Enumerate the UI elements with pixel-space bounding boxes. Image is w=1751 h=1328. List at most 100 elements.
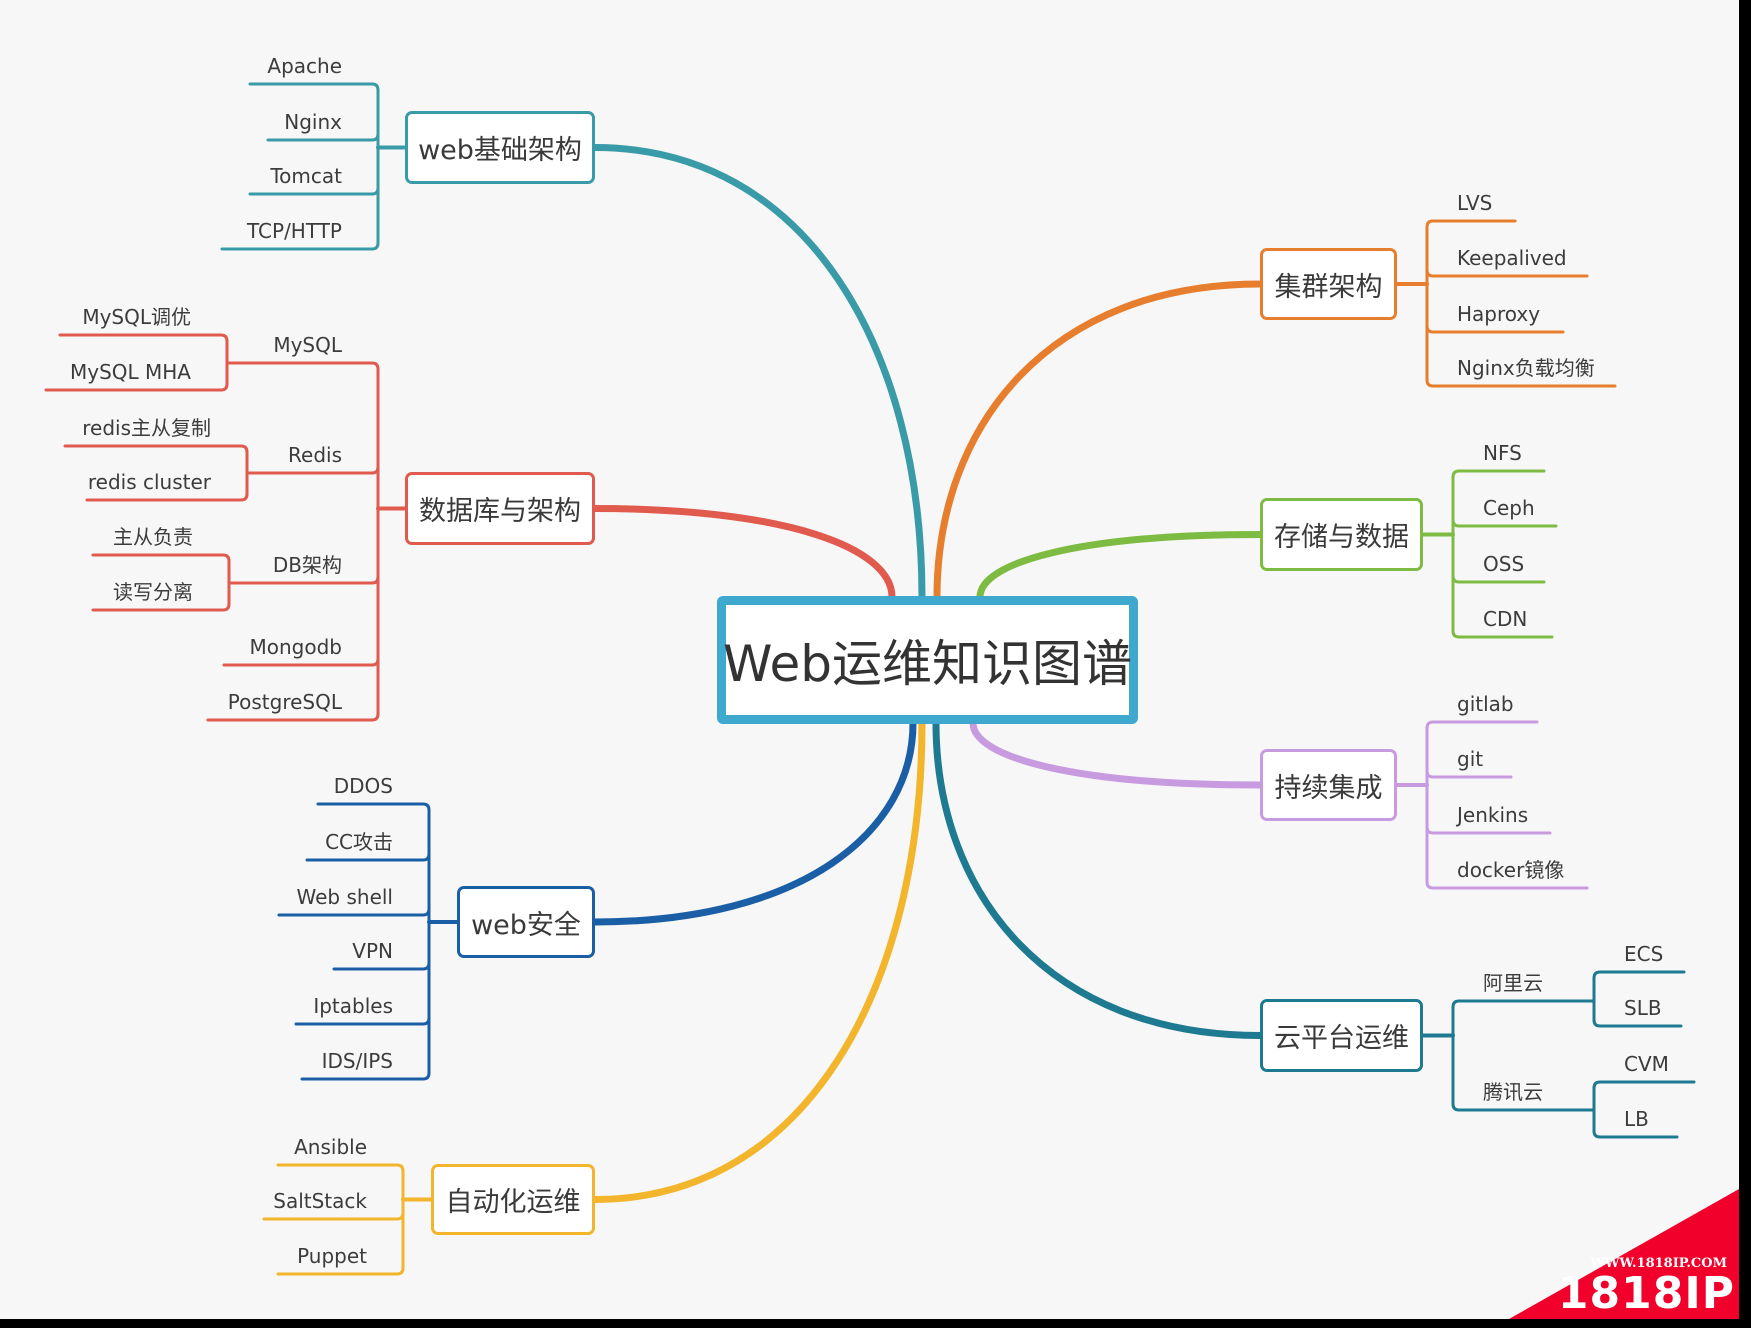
bracket-storage-underline-2	[1451, 574, 1546, 584]
bracket-storage-underline-3	[1451, 629, 1554, 639]
topic-label: 云平台运维	[1274, 1023, 1409, 1054]
subtopic-database-4[interactable]: PostgreSQL	[228, 690, 342, 714]
branch-connector-web_basic	[591, 144, 926, 601]
subtopic-storage-2[interactable]: OSS	[1483, 552, 1524, 576]
subtopic-web_security-4[interactable]: Iptables	[313, 994, 393, 1018]
watermark: WWW.1818IP.COM 1818IP	[1509, 1189, 1739, 1319]
bracket-database-underline-0	[225, 361, 380, 371]
subtopic-database-0[interactable]: MySQL	[273, 333, 342, 357]
bracket-ci-underline-0	[1425, 720, 1539, 730]
topic-label: 存储与数据	[1274, 522, 1409, 553]
subtopic-web_security-3[interactable]: VPN	[352, 939, 393, 963]
topic-ci[interactable]: 持续集成	[1260, 749, 1397, 821]
central-topic-label: Web运维知识图谱	[723, 635, 1133, 693]
topic-label: web基础架构	[418, 135, 582, 166]
branch-connector-cloud	[932, 719, 1264, 1039]
branch-connector-cluster	[933, 280, 1264, 601]
bracket-database-underline-4	[206, 712, 380, 722]
subtopic-web_security-1[interactable]: CC攻击	[325, 830, 393, 854]
leaf-cloud-0-1[interactable]: SLB	[1624, 996, 1662, 1020]
topic-web_basic[interactable]: web基础架构	[405, 111, 595, 184]
topic-storage[interactable]: 存储与数据	[1260, 498, 1423, 571]
subtopic-cluster-3[interactable]: Nginx负载均衡	[1457, 356, 1595, 380]
subtopic-web_security-0[interactable]: DDOS	[334, 774, 393, 798]
subtopic-automation-1[interactable]: SaltStack	[273, 1189, 367, 1213]
branch-connector-database	[591, 505, 896, 601]
leaf-cloud-1-0[interactable]: CVM	[1624, 1052, 1669, 1076]
watermark-brand: 1818IP	[1557, 1268, 1735, 1319]
subtopic-ci-0[interactable]: gitlab	[1457, 692, 1514, 716]
bracket-cluster-underline-2	[1425, 324, 1565, 334]
central-topic[interactable]: Web运维知识图谱	[717, 596, 1138, 724]
topic-label: 持续集成	[1274, 772, 1383, 804]
bracket-web_basic-underline-2	[248, 186, 380, 196]
bracket-ci-underline-3	[1425, 880, 1589, 890]
subtopic-web_security-5[interactable]: IDS/IPS	[322, 1049, 393, 1073]
subtopic-web_basic-2[interactable]: Tomcat	[270, 164, 342, 188]
leaf-database-0-0[interactable]: MySQL调优	[82, 305, 191, 329]
bracket-cloud-underline-1	[1451, 1102, 1596, 1112]
subtopic-storage-1[interactable]: Ceph	[1483, 496, 1535, 520]
subtopic-ci-2[interactable]: Jenkins	[1457, 803, 1528, 827]
bracket-cloud-underline-0	[1451, 999, 1596, 1009]
topic-cloud[interactable]: 云平台运维	[1260, 999, 1423, 1072]
bracket-automation-underline-1	[262, 1211, 405, 1221]
subtopic-storage-0[interactable]: NFS	[1483, 441, 1522, 465]
subtopic-cluster-2[interactable]: Haproxy	[1457, 302, 1540, 326]
bracket-database-underline-1	[245, 465, 380, 475]
branch-connector-storage	[976, 531, 1264, 601]
bracket-web_basic-underline-1	[266, 132, 380, 142]
bracket-database-0-underline-1	[44, 382, 229, 392]
leaf-database-2-0[interactable]: 主从负责	[113, 525, 193, 549]
branch-connector-web_security	[591, 719, 917, 926]
branch-connector-automation	[591, 719, 926, 1203]
bracket-database-underline-2	[227, 575, 380, 585]
leaf-database-1-1[interactable]: redis cluster	[88, 470, 211, 494]
bracket-database-2-underline-0	[91, 553, 231, 563]
topic-label: 数据库与架构	[419, 496, 581, 527]
subtopic-web_security-2[interactable]: Web shell	[297, 885, 393, 909]
subtopic-cloud-0[interactable]: 阿里云	[1483, 971, 1543, 995]
bracket-cluster-underline-3	[1425, 378, 1617, 388]
leaf-database-2-1[interactable]: 读写分离	[113, 580, 193, 604]
subtopic-ci-1[interactable]: git	[1457, 747, 1483, 771]
leaf-database-1-0[interactable]: redis主从复制	[82, 416, 211, 440]
topic-label: 集群架构	[1274, 271, 1383, 303]
bracket-cluster-underline-1	[1425, 268, 1589, 278]
bracket-ci-underline-2	[1425, 825, 1552, 835]
bracket-web_basic-underline-3	[220, 241, 380, 251]
subtopic-web_basic-1[interactable]: Nginx	[284, 110, 342, 134]
subtopic-cluster-0[interactable]: LVS	[1457, 191, 1492, 215]
topic-label: web安全	[471, 909, 581, 941]
bracket-database-1-underline-0	[63, 444, 249, 454]
subtopic-cloud-1[interactable]: 腾讯云	[1483, 1080, 1543, 1104]
bracket-web_security-underline-1	[305, 852, 431, 862]
subtopic-database-2[interactable]: DB架构	[273, 553, 342, 577]
bracket-ci-underline-1	[1425, 769, 1513, 779]
subtopic-database-1[interactable]: Redis	[288, 443, 342, 467]
subtopic-storage-3[interactable]: CDN	[1483, 607, 1527, 631]
subtopic-cluster-1[interactable]: Keepalived	[1457, 246, 1567, 270]
subtopic-ci-3[interactable]: docker镜像	[1457, 858, 1564, 882]
subtopic-web_basic-0[interactable]: Apache	[267, 54, 342, 78]
subtopic-automation-2[interactable]: Puppet	[297, 1244, 367, 1268]
topic-web_security[interactable]: web安全	[457, 886, 595, 958]
bracket-cluster-underline-0	[1425, 219, 1517, 229]
bracket-database-0-underline-0	[58, 333, 229, 343]
bracket-database-2-underline-1	[91, 602, 231, 612]
leaf-database-0-1[interactable]: MySQL MHA	[70, 360, 191, 384]
leaf-cloud-0-0[interactable]: ECS	[1624, 942, 1663, 966]
bracket-web_security-underline-2	[277, 907, 431, 917]
bracket-storage-underline-1	[1451, 518, 1558, 528]
subtopic-automation-0[interactable]: Ansible	[294, 1135, 367, 1159]
subtopic-web_basic-3[interactable]: TCP/HTTP	[247, 219, 342, 243]
leaf-cloud-1-1[interactable]: LB	[1624, 1107, 1649, 1131]
bracket-web_security-underline-3	[332, 961, 431, 971]
subtopic-database-3[interactable]: Mongodb	[250, 635, 343, 659]
topic-database[interactable]: 数据库与架构	[405, 472, 595, 545]
bracket-web_security-underline-0	[316, 802, 431, 812]
branch-connector-ci	[969, 719, 1264, 789]
topic-cluster[interactable]: 集群架构	[1260, 248, 1397, 320]
topic-automation[interactable]: 自动化运维	[431, 1164, 595, 1235]
topic-label: 自动化运维	[445, 1187, 581, 1218]
